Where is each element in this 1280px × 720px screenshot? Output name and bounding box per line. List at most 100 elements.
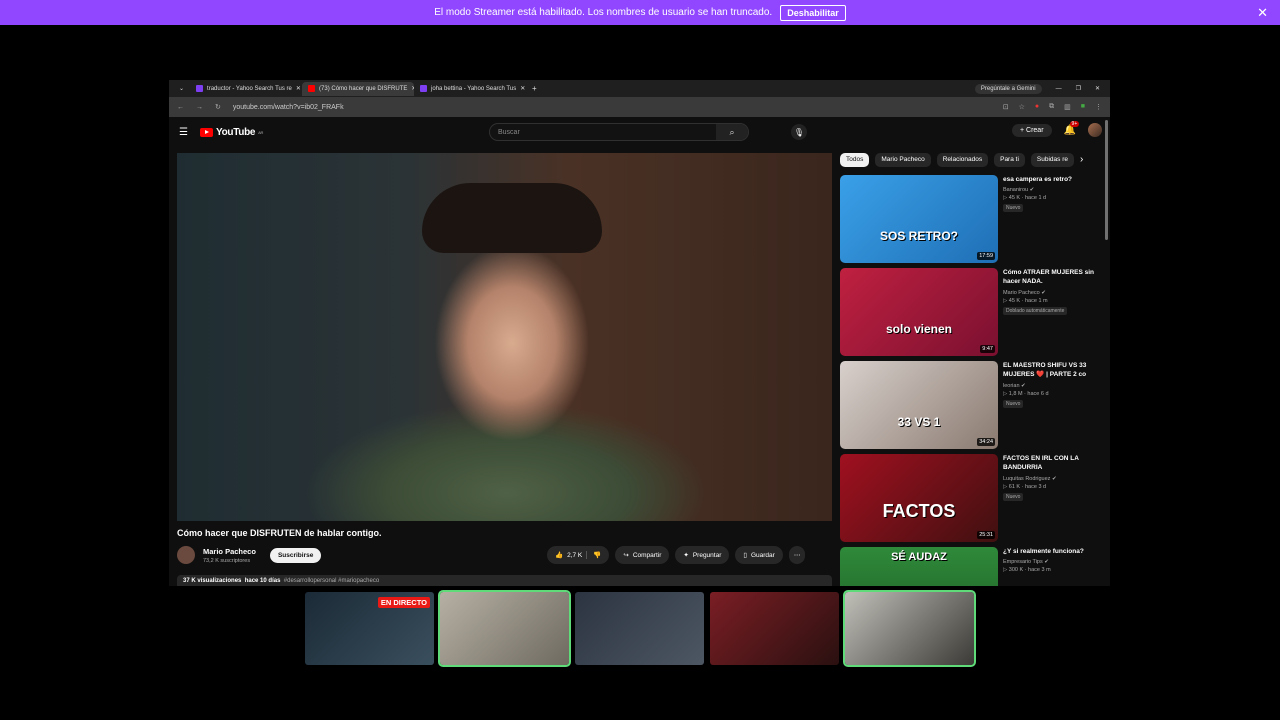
video-thumbnail[interactable]: SOS RETRO? 17:59	[840, 175, 998, 263]
youtube-logo[interactable]: YouTube AR	[199, 127, 264, 138]
notification-badge: 9+	[1069, 120, 1080, 127]
ask-button[interactable]: ✦ Preguntar	[675, 546, 730, 564]
duration-badge: 17:59	[977, 252, 995, 260]
webcam-tile[interactable]	[710, 592, 839, 665]
reload-icon[interactable]: ↻	[215, 103, 221, 111]
duration-badge: 25:31	[977, 531, 995, 539]
chip-relacionados[interactable]: Relacionados	[936, 153, 989, 167]
recommendation-title[interactable]: FACTOS EN IRL CON LA BANDURRIA	[1003, 454, 1104, 473]
hamburger-icon[interactable]: ☰	[179, 127, 188, 138]
thumbs-up-icon: 👍	[555, 552, 564, 559]
recommendation-title[interactable]: esa campera es retro?	[1003, 175, 1072, 184]
recommendation-title[interactable]: Cómo ATRAER MUJERES sin hacer NADA.	[1003, 268, 1104, 287]
chip-subidas[interactable]: Subidas re	[1030, 153, 1074, 167]
install-icon[interactable]: ⊡	[1003, 103, 1009, 111]
save-label: Guardar	[750, 551, 775, 559]
recommendation-title[interactable]: EL MAESTRO SHIFU VS 33 MUJERES ❤️ | PART…	[1003, 361, 1104, 380]
recommendation-title[interactable]: ¿Y si realmente funciona?	[1003, 547, 1084, 556]
video-player[interactable]	[177, 153, 832, 521]
recommendation-channel[interactable]: Empresario Tips ✔	[1003, 559, 1084, 565]
status-badge: Nuevo	[1003, 204, 1024, 213]
chip-todos[interactable]: Todos	[840, 153, 870, 167]
minimize-icon[interactable]: —	[1056, 86, 1062, 92]
chip-mario-pacheco[interactable]: Mario Pacheco	[875, 153, 931, 167]
scrollbar[interactable]	[1105, 120, 1108, 240]
recommendation-item[interactable]: SOS RETRO? 17:59 esa campera es retro? B…	[840, 175, 1104, 268]
thumbnail-text: 33 VS 1	[897, 415, 941, 429]
recommendation-item[interactable]: SÉ AUDAZ ¿Y si realmente funciona? Empre…	[840, 547, 1104, 586]
webcam-tile[interactable]: EN DIRECTO	[305, 592, 434, 665]
share-icon: ↪	[623, 552, 629, 559]
recommendation-channel[interactable]: Mario Pacheco ✔	[1003, 290, 1104, 296]
channel-name[interactable]: Mario Pacheco	[203, 547, 256, 556]
extension-icon[interactable]: ●	[1035, 103, 1039, 111]
webcam-tile[interactable]	[843, 590, 976, 667]
microphone-icon[interactable]: 🎙	[791, 124, 807, 140]
video-thumbnail[interactable]: SÉ AUDAZ	[840, 547, 998, 586]
recommendation-item[interactable]: FACTOS 25:31 FACTOS EN IRL CON LA BANDUR…	[840, 454, 1104, 547]
maximize-icon[interactable]: ❐	[1076, 85, 1081, 92]
webcam-tile[interactable]	[575, 592, 704, 665]
close-window-icon[interactable]: ✕	[1095, 85, 1100, 92]
recommendation-item[interactable]: solo vienen 9:47 Cómo ATRAER MUJERES sin…	[840, 268, 1104, 361]
account-avatar[interactable]	[1088, 123, 1102, 137]
subscribe-button[interactable]: Suscribirse	[269, 547, 322, 563]
create-button[interactable]: + Crear	[1011, 123, 1052, 137]
status-badge: Doblado automáticamente	[1003, 306, 1068, 315]
streamer-banner: El modo Streamer está habilitado. Los no…	[0, 0, 1280, 25]
chevron-right-icon[interactable]: ›	[1080, 153, 1083, 167]
tab-title: (73) Cómo hacer que DISFRUTE	[319, 85, 408, 92]
tab-2[interactable]: (73) Cómo hacer que DISFRUTE ✕	[302, 81, 415, 96]
close-icon[interactable]: ✕	[1257, 5, 1268, 21]
tab-1[interactable]: traductor - Yahoo Search Tus re ✕	[190, 82, 302, 96]
notifications-icon[interactable]: 🔔 9+	[1064, 120, 1080, 136]
more-actions-icon[interactable]: ⋯	[788, 546, 806, 564]
recommendation-channel[interactable]: Luquitas Rodriguez ✔	[1003, 476, 1104, 482]
video-thumbnail[interactable]: FACTOS 25:31	[840, 454, 998, 542]
bookmark-star-icon[interactable]: ☆	[1019, 103, 1025, 111]
search-input[interactable]: Buscar ⌕	[489, 123, 749, 141]
forward-icon[interactable]: →	[196, 104, 203, 111]
upload-age: hace 1 d	[1024, 195, 1047, 202]
menu-icon[interactable]: ⋮	[1095, 103, 1102, 111]
close-tab-icon[interactable]: ✕	[296, 85, 301, 92]
video-thumbnail[interactable]: solo vienen 9:47	[840, 268, 998, 356]
share-button[interactable]: ↪ Compartir	[615, 546, 670, 564]
recommendation-stats: ▷ 1,8 M · hace 6 d	[1003, 390, 1049, 397]
channel-info: Mario Pacheco 73,2 K suscriptores Suscri…	[177, 546, 322, 564]
profile-icon[interactable]: ■	[1081, 103, 1085, 111]
channel-avatar[interactable]	[177, 546, 195, 564]
thumbnail-text: SÉ AUDAZ	[891, 551, 947, 563]
extensions-icon[interactable]: ⧉	[1049, 103, 1054, 111]
tab-3[interactable]: joha bettina - Yahoo Search Tus ✕	[414, 82, 526, 96]
browser-window: ⌄ traductor - Yahoo Search Tus re ✕ (73) …	[169, 80, 1110, 586]
view-count: 300 K	[1008, 567, 1024, 574]
back-icon[interactable]: ←	[177, 104, 184, 111]
dislike-icon[interactable]: 👎	[586, 551, 601, 559]
disable-button[interactable]: Deshabilitar	[780, 4, 846, 21]
recommendation-item[interactable]: 33 VS 1 34:24 EL MAESTRO SHIFU VS 33 MUJ…	[840, 361, 1104, 454]
tab-list-icon[interactable]: ⌄	[173, 85, 190, 92]
youtube-header: ☰ YouTube AR Buscar ⌕ 🎙 + Crear 🔔 9+	[169, 117, 1110, 147]
video-thumbnail[interactable]: 33 VS 1 34:24	[840, 361, 998, 449]
search-icon[interactable]: ⌕	[716, 124, 748, 140]
like-count: 2,7 K	[567, 551, 583, 559]
recommendation-channel[interactable]: leorian ✔	[1003, 383, 1104, 389]
new-tab-icon[interactable]: +	[526, 84, 543, 93]
youtube-play-icon	[199, 127, 213, 137]
chip-para-ti[interactable]: Para ti	[994, 153, 1025, 167]
region-code: AR	[258, 129, 264, 135]
recommendation-channel[interactable]: Bananirou ✔	[1003, 187, 1072, 193]
hashtags[interactable]: #desarrollopersonal #mariopacheco	[284, 578, 379, 584]
url-field[interactable]: youtube.com/watch?v=ib02_FRAFk	[233, 104, 991, 111]
save-button[interactable]: ▯ Guardar	[735, 546, 783, 564]
filter-chips: Todos Mario Pacheco Relacionados Para ti…	[840, 153, 1083, 167]
channel-name: Luquitas Rodriguez	[1003, 475, 1051, 482]
description-box[interactable]: 37 K visualizaciones hace 10 días #desar…	[177, 575, 832, 586]
channel-name: Bananirou	[1003, 187, 1029, 194]
sidebar-icon[interactable]: ▥	[1064, 103, 1071, 111]
close-tab-icon[interactable]: ✕	[520, 85, 525, 92]
like-button[interactable]: 👍 2,7 K 👎	[547, 546, 610, 564]
webcam-tile[interactable]	[438, 590, 571, 667]
gemini-button[interactable]: Pregúntale a Gemini	[974, 83, 1042, 94]
